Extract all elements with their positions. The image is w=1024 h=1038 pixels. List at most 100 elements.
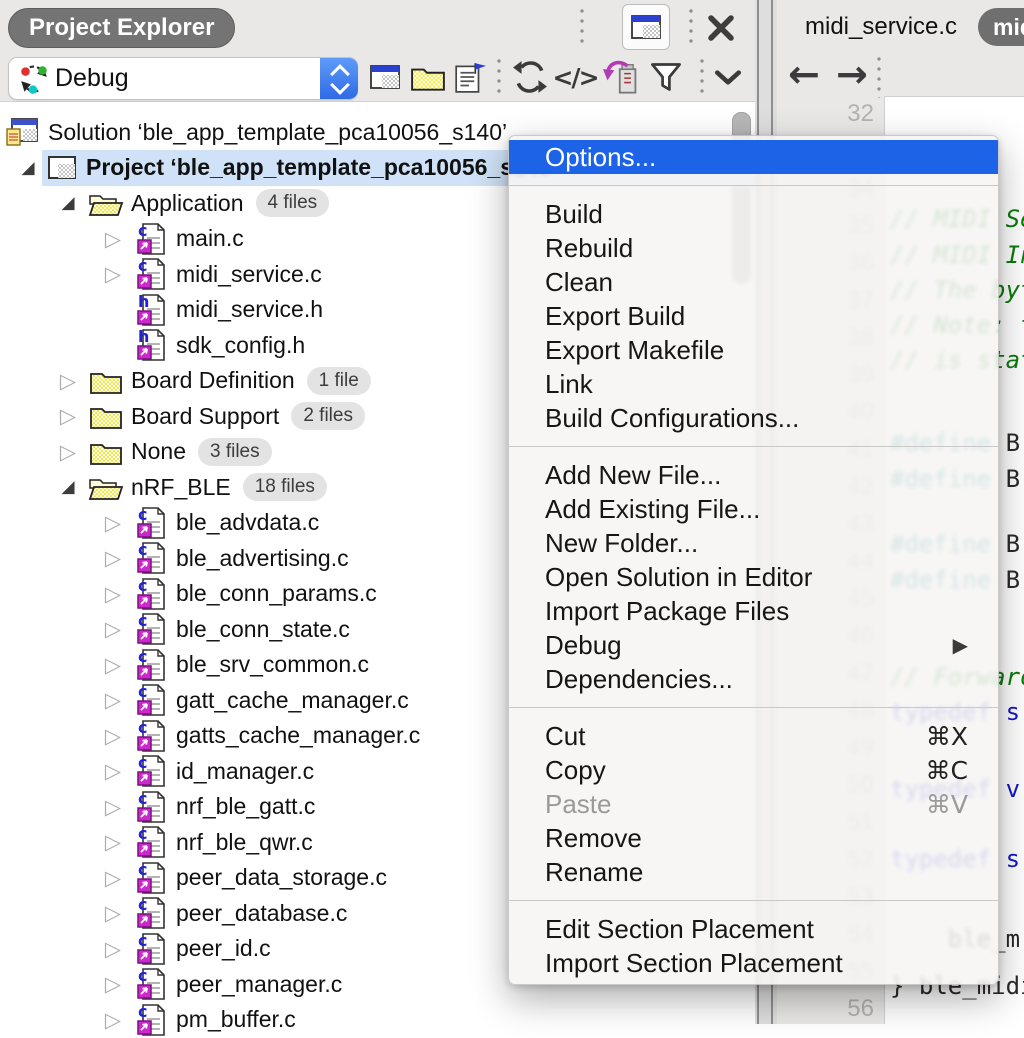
- menu-item-new-folder[interactable]: New Folder...: [509, 526, 998, 560]
- code-icon[interactable]: </>: [552, 60, 598, 94]
- file-count-badge: 4 files: [256, 189, 330, 217]
- svg-text:h: h: [138, 293, 149, 311]
- separator: [580, 6, 584, 48]
- tree-item-label: ble_advdata.c: [176, 509, 319, 536]
- expand-triangle-icon[interactable]: ▷: [101, 617, 125, 641]
- menu-item-add-new-file[interactable]: Add New File...: [509, 458, 998, 492]
- menu-item-export-makefile[interactable]: Export Makefile: [509, 333, 998, 367]
- configuration-icon: [17, 62, 51, 96]
- close-icon[interactable]: [701, 9, 741, 47]
- tree-item-label: nrf_ble_qwr.c: [176, 829, 313, 856]
- collapse-triangle-icon[interactable]: ◢: [16, 158, 40, 178]
- expand-triangle-icon[interactable]: ▷: [101, 688, 125, 712]
- file-c-icon: c: [134, 967, 170, 1001]
- menu-item-clean[interactable]: Clean: [509, 265, 998, 299]
- file-count-badge: 2 files: [291, 402, 365, 430]
- import-icon[interactable]: [600, 56, 644, 98]
- menu-item-rename[interactable]: Rename: [509, 855, 998, 889]
- svg-text:c: c: [138, 825, 147, 843]
- file-c-icon: c: [134, 932, 170, 966]
- menu-item-label: Build Configurations...: [545, 403, 968, 434]
- build-configuration-select[interactable]: Debug: [8, 57, 358, 100]
- expand-triangle-icon[interactable]: ▷: [101, 262, 125, 286]
- collapse-triangle-icon[interactable]: ◢: [56, 477, 80, 497]
- menu-item-label: Import Package Files: [545, 596, 968, 627]
- expand-triangle-icon[interactable]: ▷: [101, 1008, 125, 1032]
- expand-triangle-icon[interactable]: ▷: [101, 759, 125, 783]
- tree-item-label: Solution ‘ble_app_template_pca10056_s140…: [48, 119, 507, 146]
- menu-separator: [509, 174, 998, 197]
- tree-item-label: id_manager.c: [176, 758, 314, 785]
- chevron-down-icon[interactable]: [710, 66, 746, 90]
- menu-item-edit-section-placement[interactable]: Edit Section Placement: [509, 912, 998, 946]
- expand-triangle-icon[interactable]: ▷: [101, 937, 125, 961]
- tree-item-pm-buffer-c[interactable]: ▷cpm_buffer.c: [0, 1002, 755, 1038]
- file-h-icon: h: [134, 293, 170, 327]
- folder-open-icon: [88, 470, 124, 504]
- expand-triangle-icon[interactable]: ▷: [101, 901, 125, 925]
- menu-item-link[interactable]: Link: [509, 367, 998, 401]
- expand-triangle-icon[interactable]: ▷: [101, 511, 125, 535]
- expand-triangle-icon[interactable]: ▷: [101, 582, 125, 606]
- tree-item-label: peer_database.c: [176, 900, 347, 927]
- expand-triangle-icon[interactable]: ▷: [101, 227, 125, 251]
- file-h-icon: h: [134, 328, 170, 362]
- expand-triangle-icon[interactable]: ▷: [101, 653, 125, 677]
- menu-item-options[interactable]: Options...: [509, 140, 998, 174]
- expand-triangle-icon[interactable]: ▷: [101, 866, 125, 890]
- tree-item-label: peer_id.c: [176, 935, 271, 962]
- expand-triangle-icon[interactable]: ▷: [101, 972, 125, 996]
- menu-item-add-existing-file[interactable]: Add Existing File...: [509, 492, 998, 526]
- expand-triangle-icon[interactable]: ▷: [101, 546, 125, 570]
- menu-item-import-package-files[interactable]: Import Package Files: [509, 594, 998, 628]
- file-c-icon: c: [134, 825, 170, 859]
- tree-item-label: sdk_config.h: [176, 332, 305, 359]
- folder-open-icon: [88, 186, 124, 220]
- svg-text:c: c: [138, 790, 147, 808]
- tree-item-label: peer_manager.c: [176, 971, 342, 998]
- expand-triangle-icon[interactable]: ▷: [56, 440, 80, 464]
- panel-toggle-window-icon[interactable]: [622, 4, 670, 50]
- menu-item-cut[interactable]: Cut⌘X: [509, 719, 998, 753]
- separator: [497, 56, 501, 98]
- svg-text:c: c: [138, 612, 147, 630]
- menu-item-debug[interactable]: Debug▶: [509, 628, 998, 662]
- expand-triangle-icon[interactable]: ▷: [101, 830, 125, 854]
- menu-item-build[interactable]: Build: [509, 197, 998, 231]
- menu-item-remove[interactable]: Remove: [509, 821, 998, 855]
- expand-triangle-icon[interactable]: ▷: [101, 724, 125, 748]
- combo-stepper[interactable]: [320, 58, 358, 99]
- menu-item-rebuild[interactable]: Rebuild: [509, 231, 998, 265]
- svg-text:c: c: [138, 541, 147, 559]
- window-icon[interactable]: [366, 60, 404, 94]
- separator: [689, 6, 693, 48]
- folder-closed-icon: [88, 399, 124, 433]
- menu-item-export-build[interactable]: Export Build: [509, 299, 998, 333]
- menu-item-build-configurations[interactable]: Build Configurations...: [509, 401, 998, 435]
- svg-text:c: c: [138, 506, 147, 524]
- file-c-icon: c: [134, 790, 170, 824]
- menu-item-open-solution-in-editor[interactable]: Open Solution in Editor: [509, 560, 998, 594]
- menu-item-copy[interactable]: Copy⌘C: [509, 753, 998, 787]
- refresh-icon[interactable]: [510, 58, 550, 96]
- menu-item-dependencies[interactable]: Dependencies...: [509, 662, 998, 696]
- expand-triangle-icon[interactable]: ▷: [56, 369, 80, 393]
- menu-item-import-section-placement[interactable]: Import Section Placement: [509, 946, 998, 980]
- collapse-triangle-icon[interactable]: ◢: [56, 193, 80, 213]
- submenu-arrow-icon: ▶: [953, 633, 968, 657]
- menu-separator: [509, 435, 998, 458]
- filter-icon[interactable]: [646, 58, 686, 96]
- tree-item-label: ble_advertising.c: [176, 545, 349, 572]
- expand-triangle-icon[interactable]: ▷: [101, 795, 125, 819]
- expand-triangle-icon[interactable]: ▷: [56, 404, 80, 428]
- project-icon: [44, 151, 80, 185]
- tree-item-label: Project ‘ble_app_template_pca10056_s140’: [86, 154, 558, 181]
- file-c-icon: c: [134, 648, 170, 682]
- file-count-badge: 1 file: [307, 367, 371, 395]
- svg-text:c: c: [138, 648, 147, 666]
- properties-icon[interactable]: [450, 58, 490, 96]
- menu-item-label: Open Solution in Editor: [545, 562, 968, 593]
- folder-icon[interactable]: [408, 60, 448, 94]
- svg-text:c: c: [138, 257, 147, 275]
- tree-item-label: main.c: [176, 225, 244, 252]
